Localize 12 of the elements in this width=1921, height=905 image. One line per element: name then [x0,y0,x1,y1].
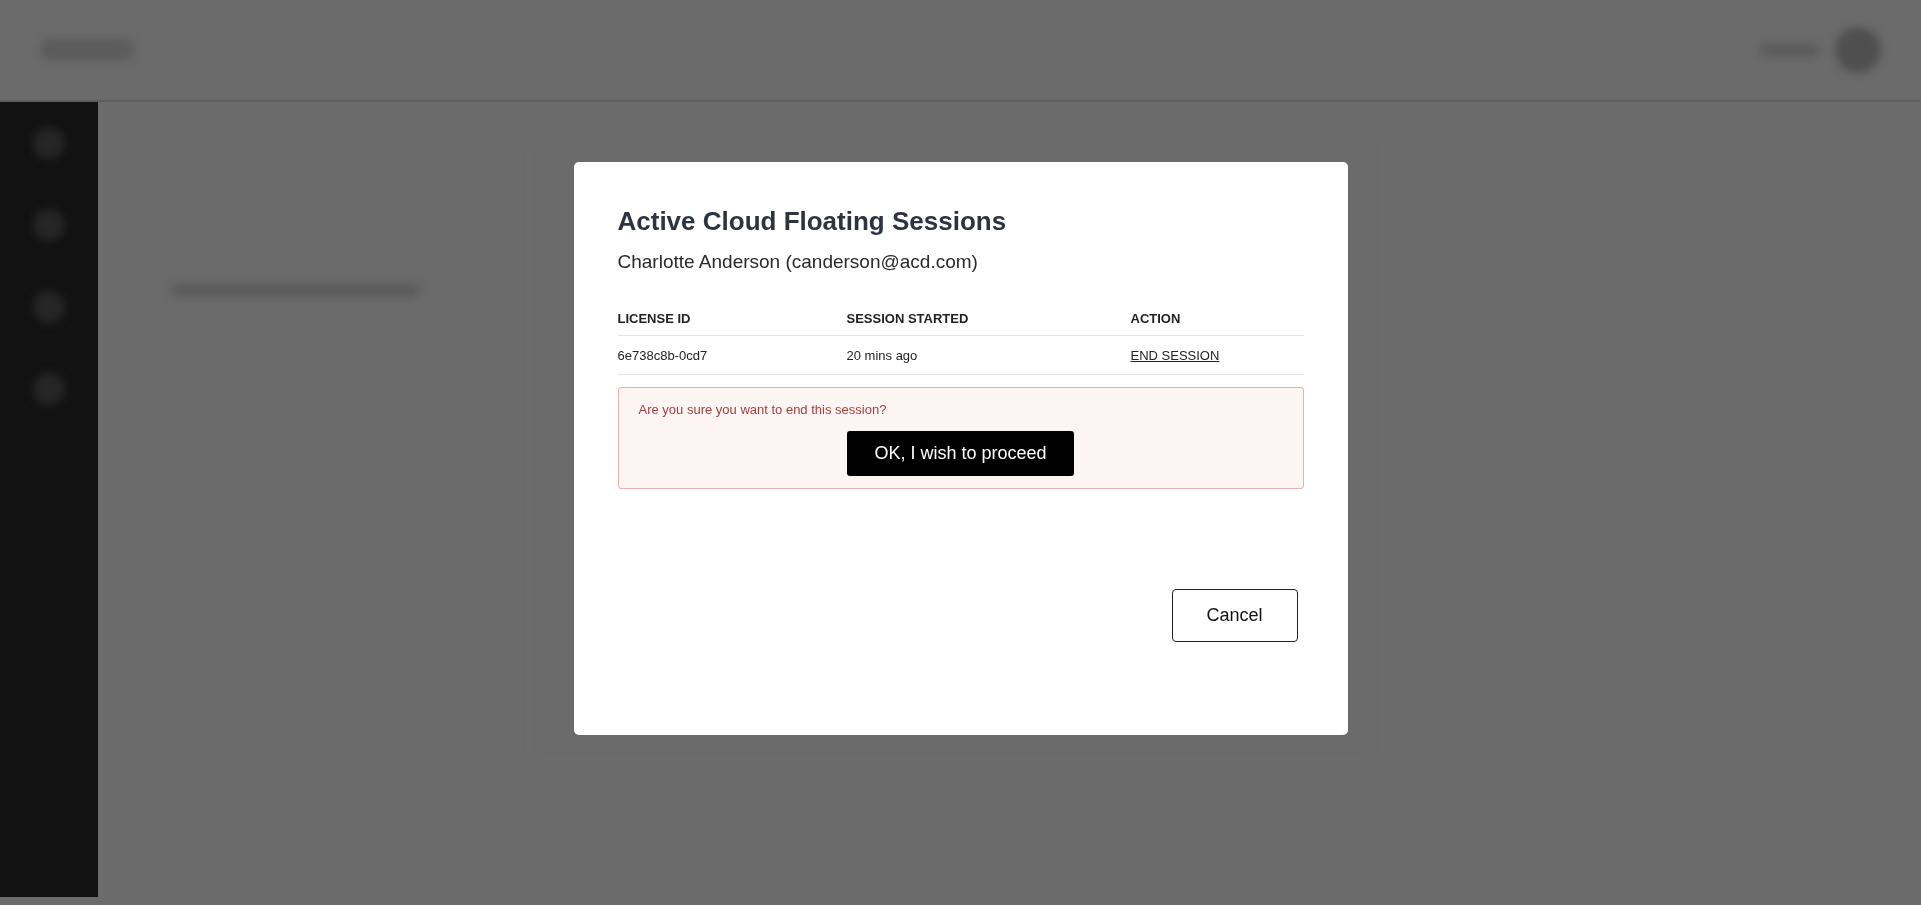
column-header: SESSION STARTED [846,303,1131,336]
column-header: LICENSE ID [617,303,847,336]
proceed-button[interactable]: OK, I wish to proceed [847,431,1074,476]
session-started-cell: 20 mins ago [846,335,1131,375]
dialog-title: Active Cloud Floating Sessions [617,206,1008,237]
user-name-email: Charlotte Anderson (canderson@acd.com) [617,251,979,273]
confirm-message: Are you sure you want to end this session? [638,402,888,417]
avatar-circle [1835,27,1881,73]
license-id-cell: 6e738c8b-0cd7 [617,335,847,375]
end-session-link[interactable]: END SESSION [1130,348,1220,363]
cancel-button[interactable]: Cancel [1171,589,1298,642]
column-header: ACTION [1130,303,1304,336]
